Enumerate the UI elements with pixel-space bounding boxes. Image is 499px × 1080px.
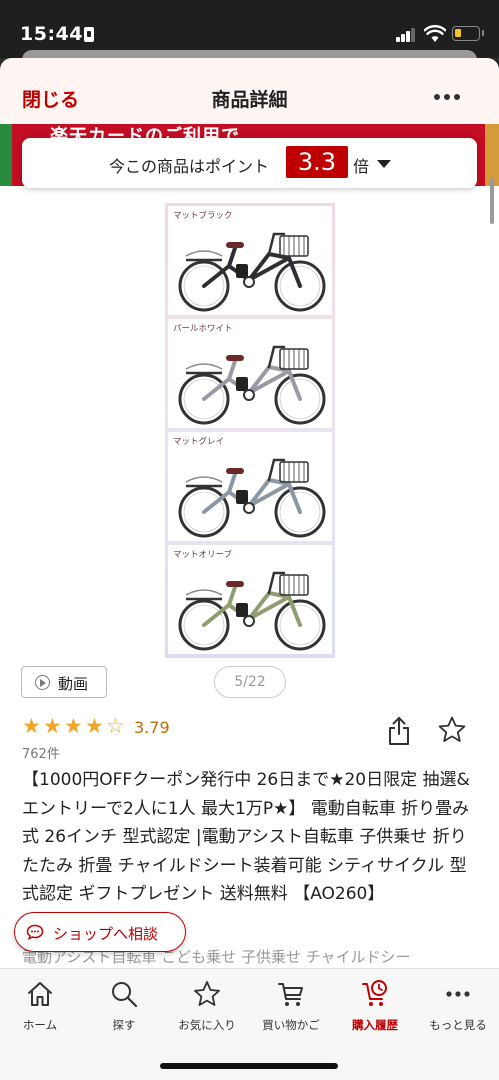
product-detail-sheet: 楽天カードのご利用で 閉じる 商品詳細 今この商品はポイント 3.3 倍 マット…	[0, 58, 499, 1080]
nav-cart[interactable]: 買い物かご	[251, 979, 331, 1039]
bicycle-image	[178, 458, 326, 538]
nav-label: 探す	[112, 1018, 136, 1032]
chevron-down-icon[interactable]	[377, 160, 391, 168]
variant-tile: パールホワイト	[168, 319, 332, 428]
nav-favorites[interactable]: お気に入り	[167, 979, 247, 1039]
point-text: 今この商品はポイント	[109, 157, 270, 176]
star-empty-icon: ☆	[106, 714, 125, 738]
home-indicator	[160, 1063, 338, 1069]
point-multiplier: 3.3	[286, 146, 348, 178]
nav-home[interactable]: ホーム	[0, 979, 80, 1039]
share-icon[interactable]	[387, 716, 411, 746]
star-icon	[194, 981, 220, 1006]
bicycle-image	[178, 571, 326, 651]
video-button[interactable]: 動画	[21, 666, 107, 698]
home-icon	[28, 982, 52, 1006]
product-title: 【1000円OFFクーポン発行中 26日まで★20日限定 抽選&エントリーで2人…	[22, 766, 472, 909]
search-icon	[112, 982, 138, 1008]
nav-label: お気に入り	[178, 1018, 236, 1032]
variant-tile: マットグレイ	[168, 432, 332, 541]
more-options-button[interactable]	[432, 94, 462, 102]
image-pager: 5/22	[214, 666, 286, 698]
play-icon	[35, 675, 50, 690]
point-unit: 倍	[353, 157, 370, 176]
variant-tile: マットオリーブ	[168, 545, 332, 654]
nav-more[interactable]: もっと見る	[418, 979, 498, 1039]
shop-consult-button[interactable]: ショップへ相談	[14, 912, 186, 952]
screen: 15:44 楽天カードのご利用で 閉じる 商品詳細 今この商品はポイント 3.3…	[0, 0, 499, 1080]
point-multiplier-card[interactable]: 今この商品はポイント 3.3 倍	[22, 138, 477, 188]
signal-icon	[396, 27, 416, 42]
product-image[interactable]: マットブラック パールホワイト マットグレイ マットオリーブ	[165, 203, 335, 658]
banner-right-edge	[485, 124, 499, 186]
cart-icon	[278, 983, 303, 1006]
nav-label: 買い物かご	[262, 1018, 320, 1032]
nav-label: もっと見る	[429, 1018, 487, 1032]
bicycle-image	[178, 232, 326, 312]
shop-consult-label: ショップへ相談	[53, 925, 159, 943]
banner-left-edge	[0, 124, 12, 186]
nav-label: ホーム	[22, 1018, 58, 1032]
variant-tile: マットブラック	[168, 206, 332, 315]
star-filled-icon: ★	[43, 714, 62, 738]
more-icon	[446, 991, 470, 997]
modal-header: 閉じる 商品詳細	[0, 58, 499, 124]
rating-value[interactable]: 3.79	[134, 718, 170, 737]
nav-purchase-history[interactable]: 購入履歴	[335, 979, 415, 1039]
star-filled-icon: ★	[64, 714, 83, 738]
scrollbar[interactable]	[490, 178, 494, 224]
bottom-nav: ホーム 探す お気に入り 買い物かご 購入履歴 もっと見る	[0, 968, 499, 1080]
review-count[interactable]: 762件	[22, 743, 60, 762]
chat-bubble-icon	[26, 924, 44, 940]
wifi-icon	[424, 25, 446, 42]
sim-icon	[84, 27, 94, 42]
video-label: 動画	[58, 675, 89, 693]
status-time: 15:44	[20, 23, 83, 45]
nav-label: 購入履歴	[352, 1018, 398, 1032]
history-icon	[362, 980, 387, 1006]
star-filled-icon: ★	[22, 714, 41, 738]
battery-icon	[452, 26, 484, 41]
nav-search[interactable]: 探す	[84, 979, 164, 1039]
favorite-star-icon[interactable]	[437, 715, 467, 745]
star-filled-icon: ★	[85, 714, 104, 738]
bicycle-image	[178, 345, 326, 425]
page-title: 商品詳細	[211, 89, 288, 111]
product-title-continued: プレゼント 送料無料 【AO260】	[129, 884, 385, 904]
